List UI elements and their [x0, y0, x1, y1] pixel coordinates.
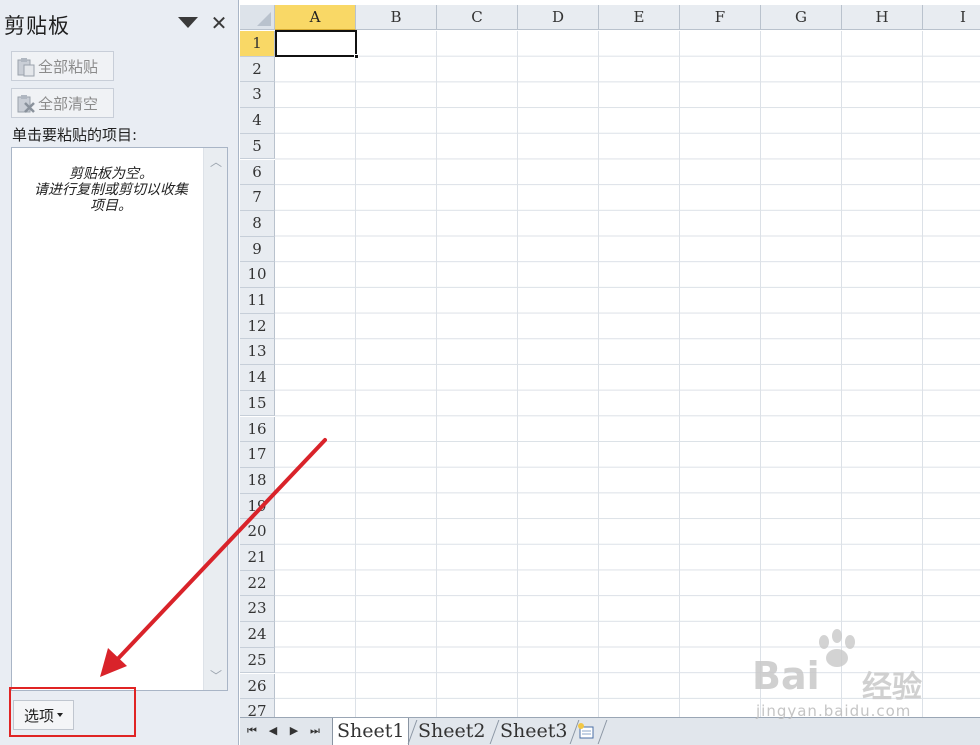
fill-handle[interactable]	[354, 54, 359, 59]
select-all-icon	[257, 12, 271, 26]
insert-sheet-icon[interactable]	[576, 722, 596, 740]
select-all-button[interactable]	[240, 5, 275, 30]
row-header-5[interactable]: 5	[240, 133, 275, 160]
clear-all-label: 全部清空	[38, 94, 99, 113]
clipboard-instruction: 单击要粘贴的项目:	[12, 126, 138, 144]
options-highlight-box	[9, 687, 136, 737]
sheet-tab-3[interactable]: Sheet3	[496, 718, 571, 745]
first-sheet-icon[interactable]: ⏮	[245, 724, 259, 738]
scroll-up-icon[interactable]: ︿	[210, 156, 222, 168]
column-header-e[interactable]: E	[599, 5, 680, 30]
tab-separator	[597, 720, 608, 744]
column-header-i[interactable]: I	[923, 5, 980, 30]
clear-all-button[interactable]: 全部清空	[11, 88, 114, 118]
row-header-10[interactable]: 10	[240, 262, 275, 288]
row-header-4[interactable]: 4	[240, 108, 275, 134]
row-header-24[interactable]: 24	[240, 622, 275, 648]
clipboard-title: 剪贴板	[4, 14, 70, 38]
row-header-18[interactable]: 18	[240, 467, 275, 494]
column-header-a[interactable]: A	[275, 5, 356, 30]
active-cell-a1[interactable]	[275, 30, 359, 59]
row-header-14[interactable]: 14	[240, 365, 275, 391]
row-header-15[interactable]: 15	[240, 390, 275, 417]
scroll-down-icon[interactable]: ﹀	[210, 670, 222, 682]
row-header-9[interactable]: 9	[240, 236, 275, 263]
row-header-7[interactable]: 7	[240, 185, 275, 211]
row-header-8[interactable]: 8	[240, 210, 275, 237]
watermark-brand-cn: 经验	[862, 670, 922, 705]
pane-menu-dropdown-icon[interactable]	[178, 17, 198, 28]
last-sheet-icon[interactable]: ⏭	[308, 724, 322, 738]
column-header-d[interactable]: D	[518, 5, 599, 30]
row-header-12[interactable]: 12	[240, 313, 275, 340]
next-sheet-icon[interactable]: ▶	[287, 724, 301, 738]
row-header-16[interactable]: 16	[240, 416, 275, 443]
cell-grid[interactable]	[275, 31, 980, 717]
row-header-19[interactable]: 19	[240, 493, 275, 520]
column-header-g[interactable]: G	[761, 5, 842, 30]
row-header-11[interactable]: 11	[240, 288, 275, 314]
row-header-6[interactable]: 6	[240, 159, 275, 186]
row-header-22[interactable]: 22	[240, 570, 275, 597]
prev-sheet-icon[interactable]: ◀	[266, 724, 280, 738]
watermark-brand: Bai	[752, 654, 820, 698]
clipboard-items-list[interactable]: 剪贴板为空。 请进行复制或剪切以收集 项目。 ︿ ﹀	[11, 147, 228, 691]
clear-clipboard-icon	[17, 95, 35, 113]
row-header-1[interactable]: 1	[240, 31, 275, 57]
row-header-26[interactable]: 26	[240, 673, 275, 700]
row-header-20[interactable]: 20	[240, 519, 275, 545]
clipboard-empty-message: 剪贴板为空。 请进行复制或剪切以收集 项目。	[34, 166, 188, 214]
clipboard-scrollbar[interactable]: ︿ ﹀	[203, 148, 227, 690]
sheet-tab-2[interactable]: Sheet2	[414, 718, 489, 745]
close-icon[interactable]: ✕	[209, 10, 229, 36]
column-header-f[interactable]: F	[680, 5, 761, 30]
paste-icon	[17, 58, 35, 77]
column-header-c[interactable]: C	[437, 5, 518, 30]
column-header-b[interactable]: B	[356, 5, 437, 30]
row-header-3[interactable]: 3	[240, 82, 275, 109]
watermark-url: jingyan.baidu.com	[756, 702, 912, 720]
clipboard-pane: 剪贴板 ✕ 全部粘贴 全部清空 单击要粘贴的项目: 剪贴板为空。 请进行复制或剪…	[0, 0, 239, 745]
row-header-23[interactable]: 23	[240, 596, 275, 623]
row-header-13[interactable]: 13	[240, 339, 275, 366]
row-header-2[interactable]: 2	[240, 56, 275, 83]
column-header-h[interactable]: H	[842, 5, 923, 30]
row-header-25[interactable]: 25	[240, 647, 275, 674]
row-header-21[interactable]: 21	[240, 545, 275, 571]
sheet-tab-1[interactable]: Sheet1	[332, 718, 410, 745]
baidu-watermark: Bai 经验 jingyan.baidu.com	[752, 628, 972, 728]
paste-all-label: 全部粘贴	[38, 57, 99, 76]
row-header-17[interactable]: 17	[240, 442, 275, 468]
paste-all-button[interactable]: 全部粘贴	[11, 51, 114, 81]
